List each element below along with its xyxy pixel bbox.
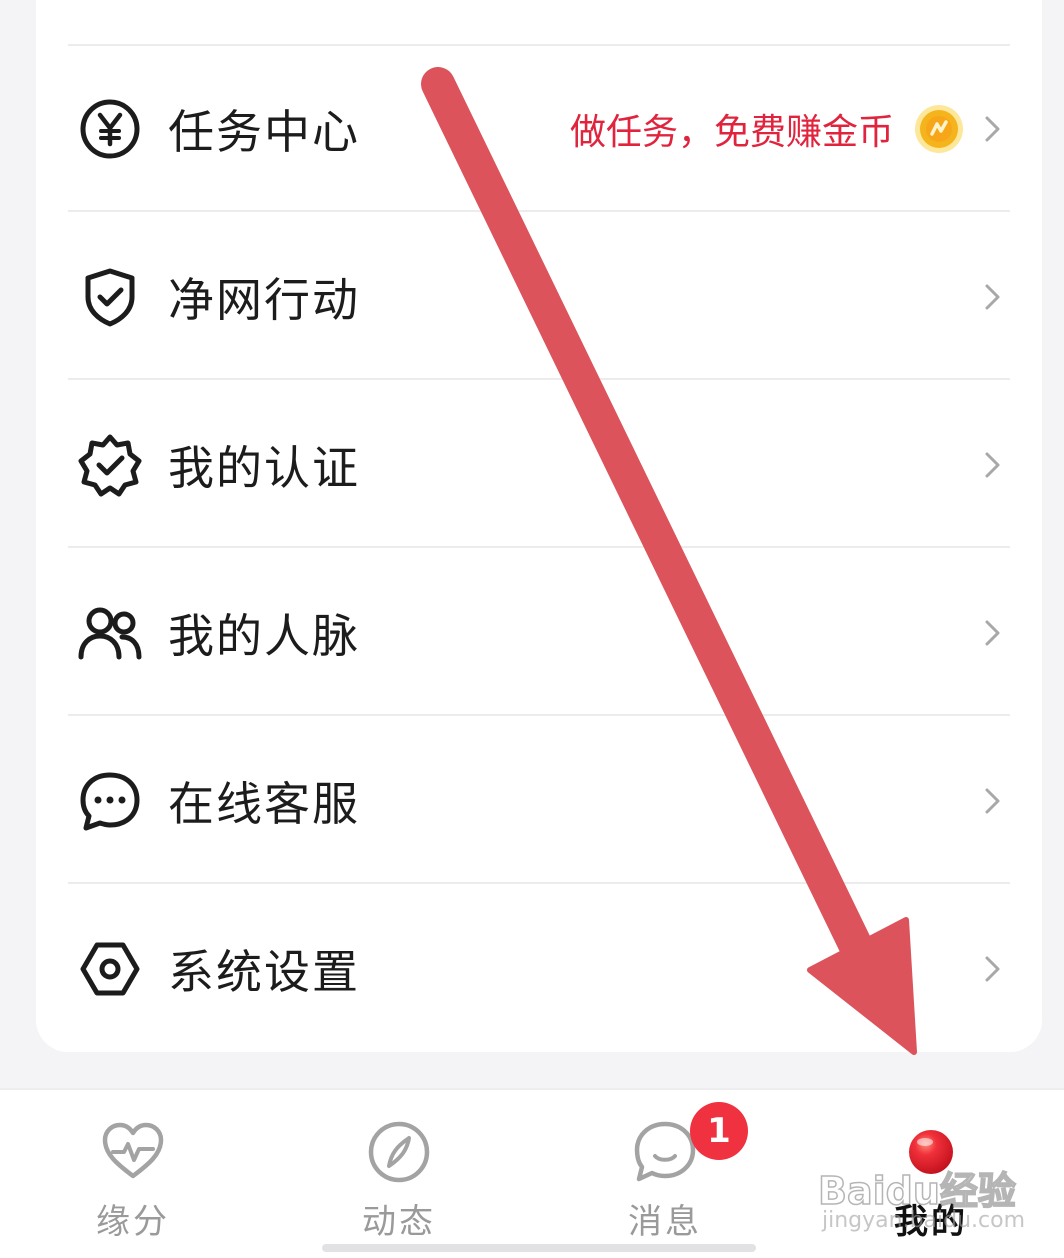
unread-badge: 1 bbox=[690, 1102, 748, 1160]
tab-mine[interactable]: 我的 bbox=[798, 1090, 1064, 1258]
tab-label: 动态 bbox=[362, 1202, 436, 1242]
row-divider bbox=[68, 210, 1010, 212]
row-divider bbox=[68, 882, 1010, 884]
menu-item-label: 净网行动 bbox=[168, 273, 360, 327]
chevron-right-icon bbox=[984, 283, 1002, 311]
tab-label: 消息 bbox=[628, 1202, 702, 1242]
chevron-right-icon bbox=[984, 955, 1002, 983]
menu-card: 任务中心 做任务，免费赚金币 净网行动 我的认证 我的人脉 在线客服 系统设置 bbox=[36, 0, 1042, 1052]
tab-label: 缘分 bbox=[96, 1202, 170, 1242]
shield-check-icon bbox=[76, 263, 144, 331]
tab-moments[interactable]: 动态 bbox=[266, 1090, 532, 1258]
row-divider bbox=[68, 378, 1010, 380]
contacts-icon bbox=[76, 599, 144, 667]
menu-item-label: 我的认证 bbox=[168, 441, 360, 495]
promo-text: 做任务，免费赚金币 bbox=[569, 112, 894, 153]
menu-item-label: 系统设置 bbox=[168, 945, 360, 999]
chevron-right-icon bbox=[984, 787, 1002, 815]
settings-hexagon-icon bbox=[76, 935, 144, 1003]
tab-label: 我的 bbox=[894, 1202, 968, 1242]
verified-badge-icon bbox=[76, 431, 144, 499]
compass-icon bbox=[363, 1116, 435, 1188]
bottom-tab-bar: 缘分 动态 1 消息 我的 bbox=[0, 1088, 1064, 1258]
menu-item-label: 任务中心 bbox=[168, 105, 360, 159]
chat-bubble-icon bbox=[76, 767, 144, 835]
chevron-right-icon bbox=[984, 619, 1002, 647]
chevron-right-icon bbox=[984, 115, 1002, 143]
home-indicator bbox=[322, 1244, 756, 1252]
menu-item-settings[interactable]: 系统设置 bbox=[36, 886, 1042, 1052]
menu-item-label: 在线客服 bbox=[168, 777, 360, 831]
task-promo: 做任务，免费赚金币 bbox=[570, 103, 964, 155]
menu-item-verification[interactable]: 我的认证 bbox=[36, 382, 1042, 548]
profile-ball-icon bbox=[895, 1116, 967, 1188]
menu-item-contacts[interactable]: 我的人脉 bbox=[36, 550, 1042, 716]
menu-item-online-service[interactable]: 在线客服 bbox=[36, 718, 1042, 884]
tab-fate[interactable]: 缘分 bbox=[0, 1090, 266, 1258]
menu-item-task-center[interactable]: 任务中心 做任务，免费赚金币 bbox=[36, 46, 1042, 212]
heartbeat-icon bbox=[97, 1116, 169, 1188]
yen-coin-icon bbox=[76, 95, 144, 163]
row-divider bbox=[68, 714, 1010, 716]
chevron-right-icon bbox=[984, 451, 1002, 479]
tab-messages[interactable]: 1 消息 bbox=[532, 1090, 798, 1258]
row-divider bbox=[68, 546, 1010, 548]
gold-coin-icon bbox=[914, 104, 964, 154]
menu-item-label: 我的人脉 bbox=[168, 609, 360, 663]
menu-item-net-clean[interactable]: 净网行动 bbox=[36, 214, 1042, 380]
